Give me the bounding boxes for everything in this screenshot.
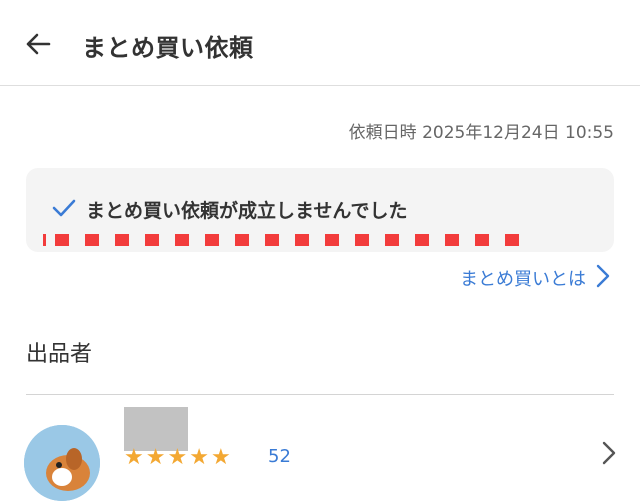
app-header: まとめ買い依頼 (0, 0, 640, 86)
request-date: 依頼日時 2025年12月24日 10:55 (348, 123, 614, 143)
status-message: まとめ買い依頼が成立しませんでした (86, 200, 408, 222)
checkmark-icon (52, 198, 76, 222)
star-icon: ★ (210, 445, 233, 470)
star-icon: ★ (145, 445, 168, 470)
back-button[interactable] (18, 26, 58, 66)
seller-rating-stars: ★★★★★ (124, 445, 233, 470)
star-icon: ★ (167, 445, 190, 470)
seller-row[interactable]: ★★★★★ 52 (0, 395, 640, 501)
red-dashed-underline (43, 231, 521, 246)
star-icon: ★ (124, 445, 146, 470)
status-card: まとめ買い依頼が成立しませんでした (26, 168, 614, 252)
chevron-right-icon (596, 264, 610, 292)
status-row: まとめ買い依頼が成立しませんでした (52, 196, 407, 223)
page-title: まとめ買い依頼 (82, 34, 254, 62)
arrow-left-icon (25, 32, 51, 60)
seller-avatar (24, 425, 100, 501)
chevron-right-icon (602, 441, 616, 469)
seller-section-title: 出品者 (26, 342, 93, 367)
about-bulk-purchase-link[interactable]: まとめ買いとは (460, 264, 610, 292)
star-icon: ★ (189, 445, 211, 470)
about-bulk-purchase-label: まとめ買いとは (460, 269, 586, 290)
review-count: 52 (268, 446, 291, 467)
